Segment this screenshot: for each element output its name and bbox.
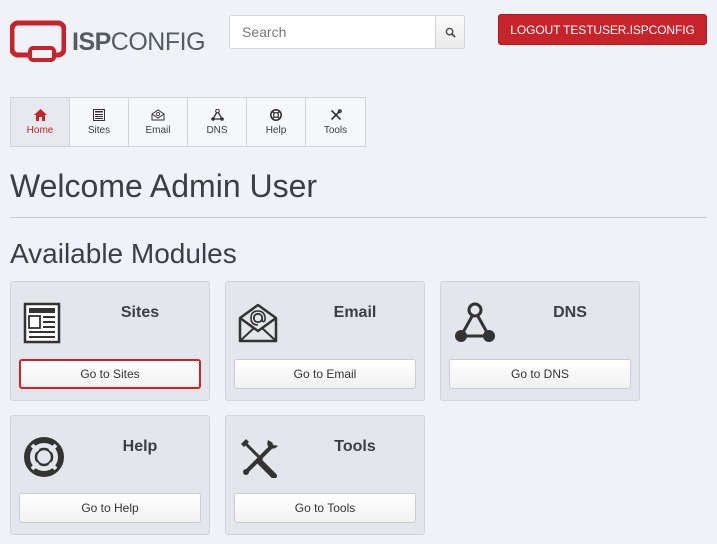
help-icon: [270, 108, 282, 121]
email-icon: [151, 108, 165, 120]
tools-icon: [238, 436, 280, 483]
tab-label: Home: [26, 124, 54, 136]
divider: [10, 217, 707, 218]
module-card-email: Email Go to Email: [225, 281, 425, 401]
home-icon: [33, 108, 47, 121]
tab-home[interactable]: Home: [11, 98, 70, 146]
tab-label: Tools: [323, 124, 348, 136]
tab-label: Help: [265, 124, 287, 136]
module-title: Sites: [120, 304, 160, 321]
go-to-email-button[interactable]: Go to Email: [234, 359, 416, 389]
search-icon: [445, 27, 456, 38]
tab-email[interactable]: Email: [129, 98, 188, 146]
help-icon: [23, 436, 65, 483]
sites-icon: [93, 108, 105, 121]
dns-icon: [210, 108, 224, 121]
module-title: DNS: [553, 304, 587, 321]
logo-monitor-icon: [10, 20, 66, 62]
tab-help[interactable]: Help: [247, 98, 306, 146]
tools-icon: [330, 108, 342, 120]
ispconfig-logo[interactable]: ISPCONFIG: [10, 18, 215, 64]
module-title: Tools: [334, 438, 376, 455]
module-card-tools: Tools Go to Tools: [225, 415, 425, 535]
module-card-help: Help Go to Help: [10, 415, 210, 535]
module-card-sites: Sites Go to Sites: [10, 281, 210, 401]
module-title: Email: [333, 304, 377, 321]
tab-label: Sites: [87, 124, 111, 136]
module-title: Help: [122, 438, 158, 455]
tab-label: Email: [145, 124, 171, 136]
go-to-dns-button[interactable]: Go to DNS: [449, 359, 631, 389]
logout-button[interactable]: LOGOUT TESTUSER.ISPCONFIG: [498, 14, 707, 45]
email-icon: [238, 302, 278, 349]
sites-icon: [23, 302, 61, 349]
tab-tools[interactable]: Tools: [306, 98, 365, 146]
tab-dns[interactable]: DNS: [188, 98, 247, 146]
tab-sites[interactable]: Sites: [70, 98, 129, 146]
search-input[interactable]: [230, 16, 435, 48]
modules-heading: Available Modules: [10, 238, 237, 269]
tab-label: DNS: [206, 124, 228, 136]
page-title: Welcome Admin User: [10, 168, 318, 204]
search-box: [229, 15, 465, 49]
go-to-sites-button[interactable]: Go to Sites: [19, 359, 201, 389]
search-button[interactable]: [435, 16, 464, 48]
module-card-dns: DNS Go to DNS: [440, 281, 640, 401]
go-to-tools-button[interactable]: Go to Tools: [234, 493, 416, 523]
go-to-help-button[interactable]: Go to Help: [19, 493, 201, 523]
logo-text: ISPCONFIG: [72, 28, 206, 56]
dns-icon: [453, 302, 497, 349]
main-nav: Home Sites Email DNS Help Tools: [10, 97, 366, 147]
